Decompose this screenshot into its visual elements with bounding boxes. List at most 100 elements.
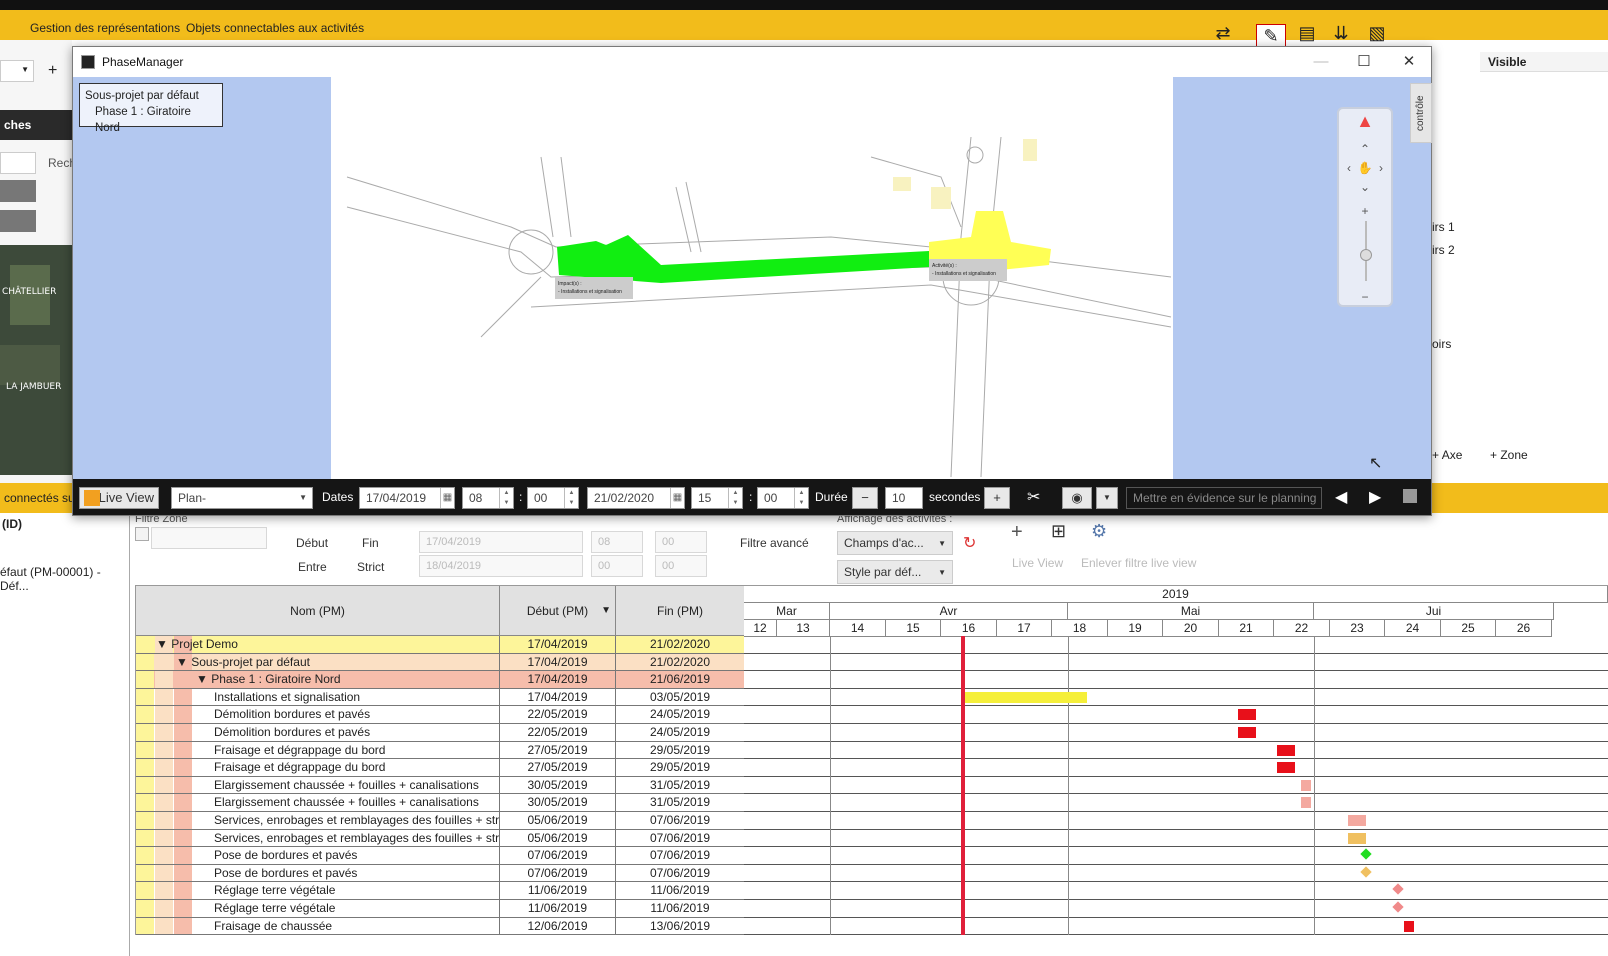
gantt-bar[interactable]	[1301, 779, 1311, 791]
table-row[interactable]: Installations et signalisation 17/04/2019…	[136, 688, 745, 707]
plan-dropdown[interactable]: Plan- ▼	[171, 487, 313, 509]
table-row[interactable]: Démolition bordures et pavés 22/05/2019 24…	[136, 724, 745, 742]
entre-option[interactable]: Entre	[298, 560, 327, 574]
style-dropdown[interactable]: Style par déf... ▼	[837, 560, 953, 584]
filter-min-start[interactable]: 00	[655, 531, 707, 553]
play-icon[interactable]: ▶	[1369, 487, 1381, 507]
fin-option[interactable]: Fin	[362, 536, 379, 550]
control-tab[interactable]: contrôle	[1410, 83, 1432, 143]
champs-dropdown[interactable]: Champs d'ac... ▼	[837, 531, 953, 555]
north-arrow-icon[interactable]: ▲	[1356, 112, 1374, 130]
start-date-input[interactable]: 17/04/2019 ▦	[359, 487, 455, 509]
phasemanager-titlebar[interactable]: PhaseManager — ☐ ✕	[73, 47, 1431, 77]
previous-icon[interactable]: ◀	[1335, 487, 1347, 507]
zoom-out-icon[interactable]: −	[1356, 289, 1374, 305]
camera-dropdown-icon[interactable]: ▼	[1096, 487, 1118, 509]
gantt-chart[interactable]: 2019 Mar Avr Mai Jui 12 13 14 15 16 17 18 19 20 21 22…	[744, 585, 1608, 935]
end-minute-input[interactable]: 00 ▲ ▼	[757, 487, 809, 509]
gantt-bar[interactable]	[963, 691, 1087, 703]
table-row[interactable]: Services, enrobages et remblayages des f…	[136, 829, 745, 848]
gantt-bar[interactable]	[1238, 727, 1256, 738]
filtre-zone-checkbox[interactable]	[135, 527, 149, 541]
filter-hour-end[interactable]: 00	[591, 555, 643, 577]
menu-gestion-representations[interactable]: Gestion des représentations	[30, 21, 180, 35]
table-row[interactable]: Fraisage et dégrappage du bord 27/05/2019…	[136, 741, 745, 760]
end-hour-input[interactable]: 15 ▲ ▼	[691, 487, 743, 509]
gantt-bar[interactable]	[1277, 762, 1295, 774]
close-icon[interactable]: ✕	[1395, 51, 1423, 73]
add-icon[interactable]: +	[48, 62, 57, 80]
duration-minus-button[interactable]: −	[852, 487, 878, 509]
gantt-bar[interactable]	[1404, 920, 1414, 932]
debut-option[interactable]: Début	[296, 536, 328, 550]
filter-hour-start[interactable]: 08	[591, 531, 643, 553]
highlight-input[interactable]: Mettre en évidence sur le planning	[1126, 487, 1322, 509]
end-minute-spinner[interactable]: ▲ ▼	[794, 488, 808, 508]
add-box-icon[interactable]: ⊞	[1051, 521, 1066, 542]
tools-icon[interactable]: ✂	[1027, 487, 1040, 507]
table-row[interactable]: ▼ Projet Demo 17/04/2019 21/02/2020	[136, 636, 745, 654]
gantt-bar[interactable]	[1348, 832, 1366, 844]
map-canvas-center[interactable]: Impact(s) : - Installations et signalisa…	[331, 77, 1173, 479]
col-header-name[interactable]: Nom (PM)	[136, 586, 500, 636]
image-edit-icon[interactable]: ▧	[1366, 22, 1388, 44]
strict-option[interactable]: Strict	[357, 560, 384, 574]
gantt-bar[interactable]	[1277, 744, 1295, 756]
add-icon[interactable]: +	[1011, 521, 1023, 544]
table-row[interactable]: Elargissement chaussée + fouilles + cana…	[136, 794, 745, 812]
table-row[interactable]: Pose de bordures et pavés 07/06/2019 07/06…	[136, 864, 745, 883]
maximize-icon[interactable]: ☐	[1350, 51, 1378, 73]
left-control-2[interactable]	[0, 210, 36, 232]
duration-input[interactable]: 10	[885, 487, 923, 509]
zoom-slider-thumb[interactable]	[1360, 249, 1372, 261]
table-row[interactable]: Réglage terre végétale 11/06/2019 11/06/20…	[136, 882, 745, 900]
document-list-icon[interactable]: ▤	[1296, 22, 1318, 44]
table-row[interactable]: ▼ Sous-projet par défaut 17/04/2019 21/02/…	[136, 653, 745, 672]
live-view-toggle[interactable]: Live View	[79, 487, 159, 509]
table-row[interactable]: Elargissement chaussée + fouilles + cana…	[136, 776, 745, 795]
calendar-icon[interactable]: ▦	[670, 488, 684, 508]
satellite-map[interactable]: CHÂTELLIER LA JAMBUER	[0, 245, 72, 475]
pan-right-icon[interactable]: ›	[1372, 160, 1390, 176]
menu-objets-connectables[interactable]: Objets connectables aux activités	[186, 21, 364, 35]
gantt-bar[interactable]	[1238, 709, 1256, 721]
end-date-input[interactable]: 21/02/2020 ▦	[587, 487, 685, 509]
left-dropdown[interactable]: ▼	[0, 60, 34, 82]
duration-plus-button[interactable]: +	[984, 487, 1010, 509]
end-hour-spinner[interactable]: ▲ ▼	[728, 488, 742, 508]
filtre-avance-button[interactable]: Filtre avancé	[740, 536, 809, 550]
table-row[interactable]: Services, enrobages et remblayages des f…	[136, 812, 745, 830]
filter-date-end[interactable]: 18/04/2019	[419, 555, 583, 577]
filter-date-start[interactable]: 17/04/2019	[419, 531, 583, 553]
table-row[interactable]: Pose de bordures et pavés 07/06/2019 07/06…	[136, 847, 745, 865]
table-row[interactable]: Démolition bordures et pavés 22/05/2019 24…	[136, 706, 745, 724]
left-list-item[interactable]: éfaut (PM-00001) - Déf...	[0, 565, 129, 593]
col-header-start[interactable]: Début (PM) ▼	[500, 586, 616, 636]
start-minute-spinner[interactable]: ▲ ▼	[564, 488, 578, 508]
sort-down-icon[interactable]: ⇊	[1330, 22, 1352, 44]
filtre-zone-select[interactable]	[151, 527, 267, 549]
minimize-icon[interactable]: —	[1307, 51, 1335, 73]
table-row[interactable]: ▼ Phase 1 : Giratoire Nord 17/04/2019 21/0…	[136, 671, 745, 689]
table-row[interactable]: Réglage terre végétale 11/06/2019 11/06/20…	[136, 900, 745, 918]
pan-up-icon[interactable]: ⌃	[1356, 141, 1374, 157]
col-header-end[interactable]: Fin (PM)	[616, 586, 744, 636]
table-row[interactable]: Fraisage de chaussée 12/06/2019 13/06/2019	[136, 917, 745, 936]
stop-icon[interactable]	[1403, 489, 1417, 503]
refresh-icon[interactable]: ↻	[963, 533, 976, 553]
gantt-bar[interactable]	[1301, 797, 1311, 809]
gantt-bar[interactable]	[1348, 815, 1366, 826]
live-view-button[interactable]: Live View	[1012, 556, 1063, 570]
axe-button[interactable]: + Axe	[1432, 448, 1478, 468]
zoom-in-icon[interactable]: +	[1356, 203, 1374, 219]
start-minute-input[interactable]: 00 ▲ ▼	[527, 487, 579, 509]
enlever-filtre-button[interactable]: Enlever filtre live view	[1081, 556, 1196, 570]
swap-arrows-icon[interactable]: ⇄	[1212, 22, 1234, 44]
start-hour-spinner[interactable]: ▲ ▼	[499, 488, 513, 508]
left-control-1[interactable]	[0, 180, 36, 202]
filter-min-end[interactable]: 00	[655, 555, 707, 577]
calendar-icon[interactable]: ▦	[440, 488, 454, 508]
map-canvas-left[interactable]	[73, 77, 331, 479]
camera-icon[interactable]: ◉	[1062, 487, 1092, 509]
left-select[interactable]	[0, 152, 36, 174]
